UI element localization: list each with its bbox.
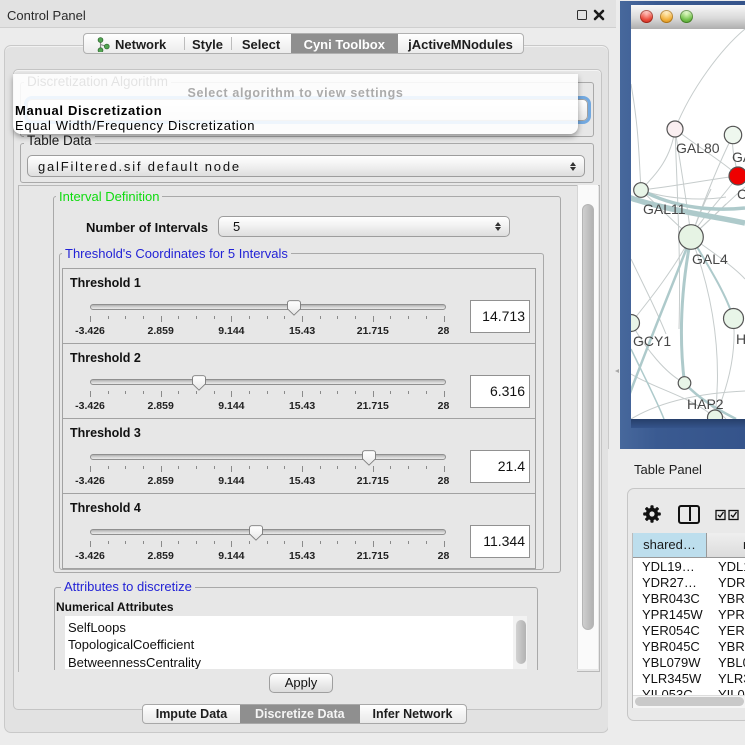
- svg-text:H: H: [736, 331, 745, 347]
- svg-text:GA: GA: [732, 149, 745, 165]
- svg-text:GAL11: GAL11: [643, 201, 686, 217]
- svg-text:C: C: [737, 186, 745, 202]
- svg-text:GCY1: GCY1: [633, 333, 671, 349]
- svg-text:GAL4: GAL4: [692, 251, 728, 267]
- svg-text:GAL80: GAL80: [676, 140, 720, 156]
- svg-text:HAP2: HAP2: [687, 396, 724, 412]
